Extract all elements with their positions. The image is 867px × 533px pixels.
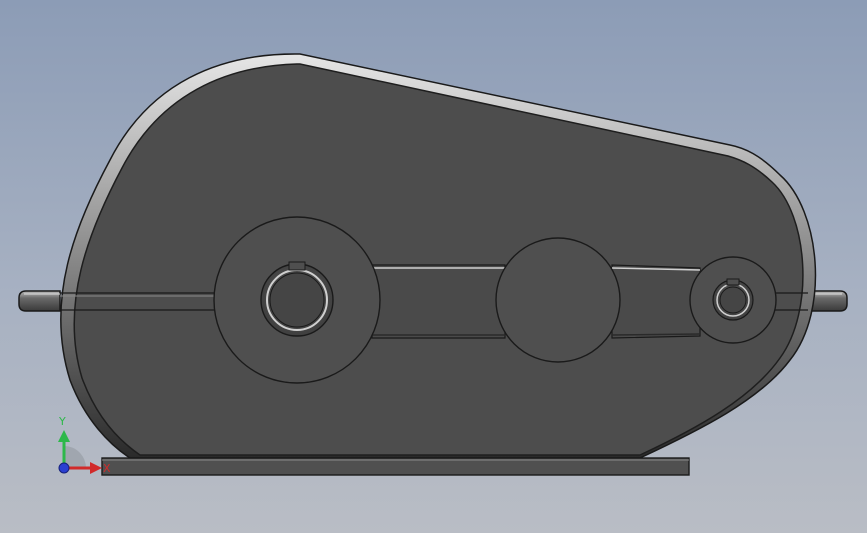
gearbox-model[interactable]: Y X [0, 0, 867, 533]
input-shaft-boss[interactable] [213, 216, 381, 384]
triad-z-axis-icon [58, 462, 70, 474]
triad-x-arrow-icon [90, 462, 102, 474]
left-flange-lug[interactable] [18, 290, 61, 312]
output-shaft-boss[interactable] [689, 256, 777, 344]
intermediate-shaft-boss[interactable] [495, 237, 621, 363]
base-plate[interactable] [101, 457, 690, 476]
graphics-viewport[interactable]: Y X [0, 0, 867, 533]
triad-x-label: X [103, 462, 111, 475]
housing-body[interactable] [73, 63, 804, 456]
triad-y-arrow-icon [58, 430, 70, 442]
triad-y-label: Y [58, 415, 66, 428]
